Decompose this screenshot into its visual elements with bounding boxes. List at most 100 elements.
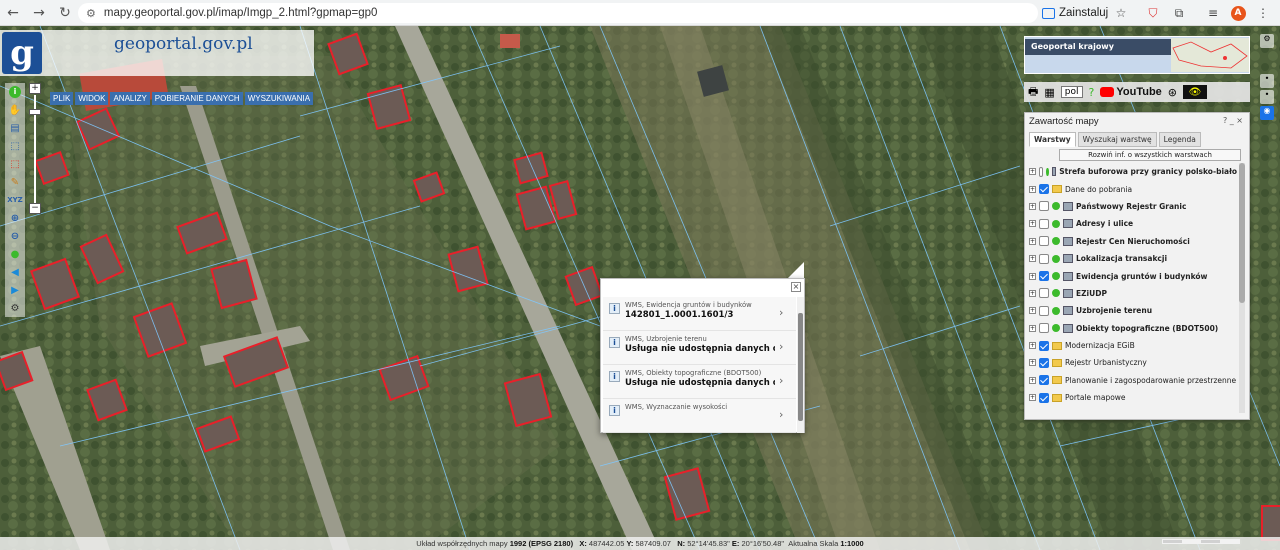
layer-checkbox[interactable] <box>1039 271 1049 282</box>
expand-layer-icon[interactable]: + <box>1029 376 1036 384</box>
language-select[interactable]: pol <box>1060 86 1083 98</box>
pan-hand-icon[interactable]: ✋ <box>5 101 25 119</box>
menu-plik[interactable]: PLIK <box>50 92 74 105</box>
popup-item-wysokosci[interactable]: i WMS, Wyznaczanie wysokości › <box>603 399 796 433</box>
menu-widok[interactable]: WIDOK <box>75 92 109 105</box>
layer-checkbox[interactable] <box>1039 323 1049 334</box>
zoom-plus-button[interactable]: + <box>29 83 41 94</box>
popup-item-uzbrojenie[interactable]: i WMS, Uzbrojenie terenu Usługa nie udos… <box>603 331 796 365</box>
document-icon[interactable]: ▤ <box>5 119 25 137</box>
scroll-thumb[interactable] <box>1239 163 1245 303</box>
expand-layer-icon[interactable]: + <box>1029 168 1036 176</box>
pencil-icon[interactable]: ✎ <box>5 173 25 191</box>
menu-pobieranie-danych[interactable]: POBIERANIE DANYCH <box>151 92 243 105</box>
coordinates-icon[interactable]: XYZ <box>5 191 25 209</box>
overview-minimap[interactable] <box>1171 38 1249 72</box>
info-icon[interactable]: i <box>5 83 25 101</box>
zoom-in-icon[interactable]: ⊕ <box>5 209 25 227</box>
tab-wyszukaj-warstwe[interactable]: Wyszukaj warstwę <box>1077 132 1157 147</box>
profile-button[interactable]: A <box>1229 4 1247 22</box>
layer-checkbox[interactable] <box>1039 305 1049 316</box>
panel-window-controls[interactable]: ? _ × <box>1223 116 1243 125</box>
side-dot-icon[interactable]: • <box>1260 90 1274 104</box>
menu-analizy[interactable]: ANALIZY <box>110 92 150 105</box>
layer-checkbox[interactable] <box>1039 236 1049 247</box>
layer-row[interactable]: + Obiekty topograficzne (BDOT500) <box>1029 320 1237 337</box>
chevron-right-icon[interactable]: › <box>779 408 783 421</box>
layer-checkbox[interactable] <box>1039 184 1049 195</box>
site-info-icon[interactable]: ⚙ <box>86 7 96 20</box>
zoom-handle[interactable] <box>29 109 41 115</box>
layer-row[interactable]: + Adresy i ulice <box>1029 215 1237 232</box>
zoom-minus-button[interactable]: − <box>29 203 41 214</box>
close-icon[interactable]: × <box>791 282 801 292</box>
expand-layer-icon[interactable]: + <box>1029 289 1036 297</box>
layer-checkbox[interactable] <box>1039 392 1049 403</box>
popup-scroll-thumb[interactable] <box>798 313 803 421</box>
layer-checkbox[interactable] <box>1039 340 1049 351</box>
layer-row[interactable]: + Rejestr Cen Nieruchomości <box>1029 233 1237 250</box>
accessibility-icon[interactable]: ⊛ <box>1168 86 1177 99</box>
youtube-link[interactable]: YouTube <box>1100 86 1162 98</box>
print-icon[interactable]: 🖶 <box>1028 83 1038 102</box>
tab-warstwy[interactable]: Warstwy <box>1029 132 1076 147</box>
expand-layer-icon[interactable]: + <box>1029 307 1036 315</box>
chevron-right-icon[interactable]: › <box>779 374 783 387</box>
popup-scrollbar[interactable] <box>797 297 804 433</box>
layer-row[interactable]: + Lokalizacja transakcji <box>1029 250 1237 267</box>
reading-list-icon[interactable]: ≡ <box>1204 4 1222 22</box>
expand-layer-icon[interactable]: + <box>1029 394 1036 402</box>
menu-wyszukiwania[interactable]: WYSZUKIWANIA <box>244 92 314 105</box>
expand-layer-icon[interactable]: + <box>1029 237 1036 245</box>
layer-row[interactable]: + Uzbrojenie terenu <box>1029 302 1237 319</box>
side-dot-icon[interactable]: • <box>1260 74 1274 88</box>
install-button[interactable]: Zainstaluj <box>1042 4 1108 22</box>
layer-row[interactable]: + Planowanie i zagospodarowanie przestrze… <box>1029 372 1237 389</box>
globe-icon[interactable]: ● <box>5 245 25 263</box>
expand-layer-icon[interactable]: + <box>1029 324 1036 332</box>
panel-scrollbar[interactable] <box>1239 163 1245 413</box>
layer-checkbox[interactable] <box>1039 253 1049 264</box>
expand-all-info-button[interactable]: Rozwiń inf. o wszystkich warstwach <box>1059 149 1241 161</box>
clear-selection-icon[interactable]: ⬚ <box>5 155 25 173</box>
help-icon[interactable]: ? <box>1089 86 1095 99</box>
popup-item-egib[interactable]: i WMS, Ewidencja gruntów i budynków 1428… <box>603 297 796 331</box>
select-area-icon[interactable]: ⬚ <box>5 137 25 155</box>
kebab-menu-icon[interactable]: ⋮ <box>1254 4 1272 22</box>
address-bar[interactable]: ⚙ mapy.geoportal.gov.pl/imap/Imgp_2.html… <box>78 3 1038 23</box>
tab-legenda[interactable]: Legenda <box>1158 132 1201 147</box>
back-icon[interactable]: ← <box>0 0 26 26</box>
chevron-right-icon[interactable]: › <box>779 340 783 353</box>
layer-checkbox[interactable] <box>1039 375 1049 386</box>
zoom-out-icon[interactable]: ⊖ <box>5 227 25 245</box>
layer-row[interactable]: + Modernizacja EGiB <box>1029 337 1237 354</box>
layer-row[interactable]: + Państwowy Rejestr Granic <box>1029 198 1237 215</box>
contrast-eye-icon[interactable]: 👁 <box>1183 85 1208 99</box>
chevron-right-icon[interactable]: › <box>779 306 783 319</box>
forward-icon[interactable]: → <box>26 0 52 26</box>
layer-row[interactable]: + Ewidencja gruntów i budynków <box>1029 267 1237 284</box>
side-eye-icon[interactable]: ◉ <box>1260 106 1274 120</box>
layer-checkbox[interactable] <box>1039 166 1044 177</box>
side-control-icon[interactable]: ⚙ <box>1260 34 1274 48</box>
expand-layer-icon[interactable]: + <box>1029 220 1036 228</box>
layer-checkbox[interactable] <box>1039 357 1049 368</box>
layer-row[interactable]: + Portale mapowe <box>1029 389 1237 406</box>
table-icon[interactable]: ▦ <box>1044 86 1054 99</box>
extension-icon[interactable]: ⛉ <box>1144 4 1162 22</box>
overview-map[interactable]: Geoportal krajowy <box>1024 36 1250 74</box>
arrow-left-icon[interactable]: ◀ <box>5 263 25 281</box>
expand-layer-icon[interactable]: + <box>1029 255 1036 263</box>
layer-row[interactable]: + Rejestr Urbanistyczny <box>1029 354 1237 371</box>
reload-icon[interactable]: ↻ <box>52 0 78 26</box>
expand-layer-icon[interactable]: + <box>1029 272 1036 280</box>
settings-gear-icon[interactable]: ⚙ <box>5 299 25 317</box>
expand-layer-icon[interactable]: + <box>1029 202 1036 210</box>
arrow-right-icon[interactable]: ▶ <box>5 281 25 299</box>
layer-checkbox[interactable] <box>1039 201 1049 212</box>
layer-checkbox[interactable] <box>1039 218 1049 229</box>
expand-layer-icon[interactable]: + <box>1029 342 1036 350</box>
layer-row[interactable]: + EZiUDP <box>1029 285 1237 302</box>
layer-row[interactable]: + Dane do pobrania <box>1029 180 1237 197</box>
geoportal-logo-icon[interactable]: g <box>2 32 42 74</box>
